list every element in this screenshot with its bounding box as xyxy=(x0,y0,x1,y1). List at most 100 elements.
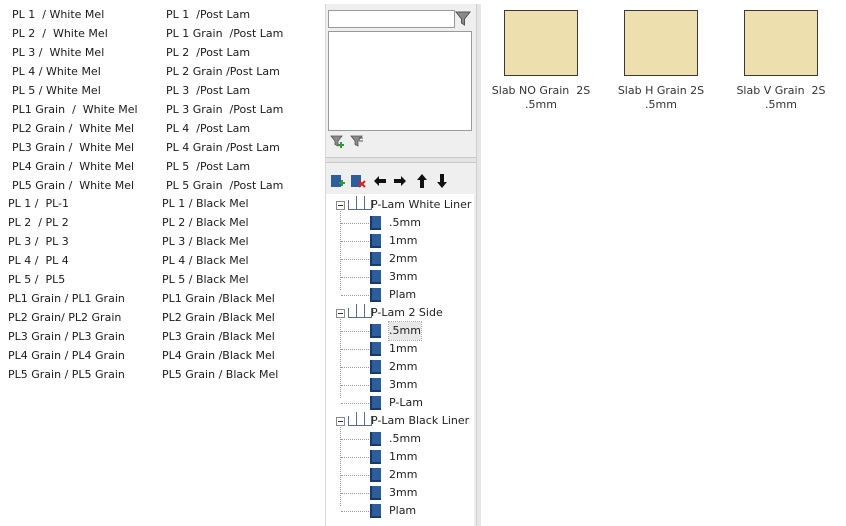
book-icon xyxy=(370,252,381,266)
arrow-left-icon[interactable] xyxy=(372,173,388,189)
search-input[interactable] xyxy=(328,10,455,28)
material-item[interactable]: PL5 Grain / PL5 Grain xyxy=(8,368,125,382)
material-item[interactable]: PL 3 / PL 3 xyxy=(8,235,69,249)
material-item[interactable]: PL 1 / White Mel xyxy=(12,8,104,22)
material-item[interactable]: PL 2 Grain /Post Lam xyxy=(166,65,280,79)
material-item[interactable]: PL3 Grain / White Mel xyxy=(12,141,134,155)
panel-splitter[interactable] xyxy=(326,157,476,163)
material-item[interactable]: PL2 Grain / White Mel xyxy=(12,122,134,136)
material-item[interactable]: PL 3 / Black Mel xyxy=(162,235,249,249)
material-item[interactable]: PL 2 / PL 2 xyxy=(8,216,69,230)
tree-leaf-label: 3mm xyxy=(389,378,418,391)
material-item[interactable]: PL1 Grain / White Mel xyxy=(12,103,138,117)
material-item[interactable]: PL 4 / Black Mel xyxy=(162,254,249,268)
material-item[interactable]: PL 4 / PL 4 xyxy=(8,254,69,268)
tree-leaf[interactable]: 2mm xyxy=(326,358,474,376)
filter-list-box[interactable] xyxy=(328,31,472,131)
material-item[interactable]: PL 1 /Post Lam xyxy=(166,8,250,22)
book-icon xyxy=(370,378,381,392)
tree-leaf-label: 3mm xyxy=(389,270,418,283)
arrow-down-icon[interactable] xyxy=(434,173,450,189)
material-item[interactable]: PL 4 /Post Lam xyxy=(166,122,250,136)
material-item[interactable]: PL1 Grain / PL1 Grain xyxy=(8,292,125,306)
material-item[interactable]: PL3 Grain /Black Mel xyxy=(162,330,275,344)
funnel-remove-icon[interactable] xyxy=(350,135,364,149)
tree-leaf[interactable]: 1mm xyxy=(326,448,474,466)
tree-leaf[interactable]: Plam xyxy=(326,502,474,520)
category-icon xyxy=(348,304,372,318)
book-icon xyxy=(370,342,381,356)
book-icon xyxy=(370,324,381,338)
tree-leaf[interactable]: .5mm xyxy=(326,214,474,232)
material-item[interactable]: PL 1 / Black Mel xyxy=(162,197,249,211)
material-item[interactable]: PL2 Grain /Black Mel xyxy=(162,311,275,325)
color-swatch[interactable] xyxy=(744,10,818,76)
material-item[interactable]: PL1 Grain /Black Mel xyxy=(162,292,275,306)
material-item[interactable]: PL2 Grain/ PL2 Grain xyxy=(8,311,121,325)
tree-leaf-label: 1mm xyxy=(389,450,418,463)
tree-leaf-label: 2mm xyxy=(389,252,418,265)
material-item[interactable]: PL 4 / White Mel xyxy=(12,65,101,79)
material-tree: P-Lam White Liner .5mm 1mm 2mm 3mm Plam P-Lam … xyxy=(326,194,474,526)
color-swatch[interactable] xyxy=(504,10,578,76)
material-item[interactable]: PL 1 Grain /Post Lam xyxy=(166,27,283,41)
book-icon xyxy=(370,432,381,446)
material-item[interactable]: PL 5 /Post Lam xyxy=(166,160,250,174)
material-item[interactable]: PL 5 Grain /Post Lam xyxy=(166,179,283,193)
tree-leaf[interactable]: .5mm xyxy=(326,430,474,448)
arrow-up-icon[interactable] xyxy=(414,173,430,189)
material-thumbnail[interactable]: Slab V Grain 2S .5mm xyxy=(721,10,841,112)
tree-leaf[interactable]: P-Lam xyxy=(326,394,474,412)
tree-group-label: P-Lam White Liner xyxy=(371,198,472,211)
tree-leaf[interactable]: 3mm xyxy=(326,484,474,502)
tree-group-label: P-Lam Black Liner xyxy=(371,414,470,427)
material-item[interactable]: PL 2 / Black Mel xyxy=(162,216,249,230)
tree-group[interactable]: P-Lam 2 Side xyxy=(326,304,474,322)
color-swatch[interactable] xyxy=(624,10,698,76)
book-icon xyxy=(370,504,381,518)
add-item-icon[interactable] xyxy=(330,173,346,189)
material-item[interactable]: PL3 Grain / PL3 Grain xyxy=(8,330,125,344)
material-item[interactable]: PL4 Grain / PL4 Grain xyxy=(8,349,125,363)
material-thumbnail[interactable]: Slab H Grain 2S .5mm xyxy=(601,10,721,112)
material-thumbnail[interactable]: Slab NO Grain 2S .5mm xyxy=(481,10,601,112)
funnel-icon[interactable] xyxy=(454,10,472,28)
book-icon xyxy=(370,486,381,500)
material-item[interactable]: PL 2 /Post Lam xyxy=(166,46,250,60)
delete-item-icon[interactable] xyxy=(350,173,366,189)
thumbnail-caption: Slab NO Grain 2S .5mm xyxy=(491,84,591,111)
material-item[interactable]: PL 3 Grain /Post Lam xyxy=(166,103,283,117)
material-item[interactable]: PL 3 /Post Lam xyxy=(166,84,250,98)
material-item[interactable]: PL 1 / PL-1 xyxy=(8,197,69,211)
funnel-add-icon[interactable] xyxy=(330,135,344,149)
tree-leaf[interactable]: 3mm xyxy=(326,268,474,286)
material-item[interactable]: PL4 Grain /Black Mel xyxy=(162,349,275,363)
tree-leaf[interactable]: 3mm xyxy=(326,376,474,394)
material-item[interactable]: PL 4 Grain /Post Lam xyxy=(166,141,280,155)
book-icon xyxy=(370,270,381,284)
tree-leaf-label: 1mm xyxy=(389,234,418,247)
material-item[interactable]: PL 3 / White Mel xyxy=(12,46,104,60)
book-icon xyxy=(370,468,381,482)
tree-leaf[interactable]: 2mm xyxy=(326,250,474,268)
tree-leaf[interactable]: Plam xyxy=(326,286,474,304)
filter-search-row xyxy=(328,10,474,30)
material-item[interactable]: PL5 Grain / White Mel xyxy=(12,179,134,193)
material-item[interactable]: PL 5 / PL5 xyxy=(8,273,65,287)
thumbnail-grid: Slab NO Grain 2S .5mm Slab H Grain 2S .5m… xyxy=(481,4,846,526)
material-item[interactable]: PL4 Grain / White Mel xyxy=(12,160,134,174)
tree-leaf[interactable]: .5mm xyxy=(326,321,474,341)
tree-group[interactable]: P-Lam Black Liner xyxy=(326,412,474,430)
tree-leaf[interactable]: 1mm xyxy=(326,232,474,250)
arrow-right-icon[interactable] xyxy=(392,173,408,189)
material-item[interactable]: PL 5 / Black Mel xyxy=(162,273,249,287)
tree-panel: P-Lam White Liner .5mm 1mm 2mm 3mm Plam P-Lam … xyxy=(325,4,476,526)
tree-leaf-label: .5mm xyxy=(388,321,422,341)
tree-leaf[interactable]: 1mm xyxy=(326,340,474,358)
material-item[interactable]: PL 5 / White Mel xyxy=(12,84,101,98)
material-item[interactable]: PL 2 / White Mel xyxy=(12,27,108,41)
tree-group-label: P-Lam 2 Side xyxy=(371,306,443,319)
tree-leaf[interactable]: 2mm xyxy=(326,466,474,484)
tree-group[interactable]: P-Lam White Liner xyxy=(326,196,474,214)
material-item[interactable]: PL5 Grain / Black Mel xyxy=(162,368,278,382)
